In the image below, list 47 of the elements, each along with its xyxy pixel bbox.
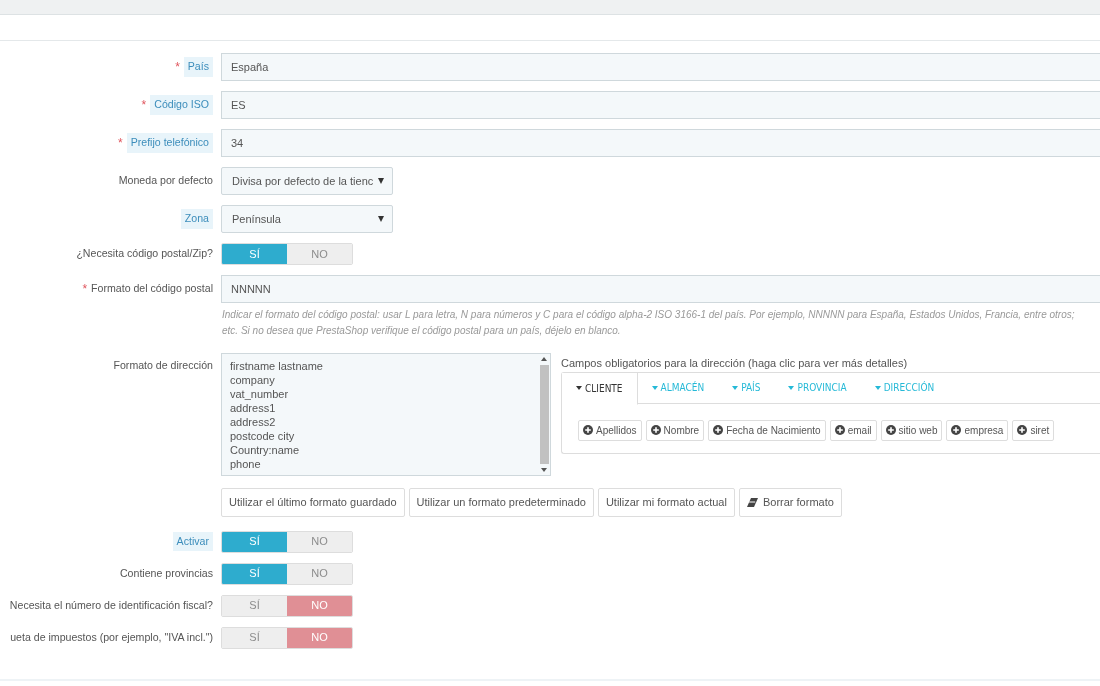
field-chip[interactable]: empresa xyxy=(946,419,1009,441)
field-label: ueta de impuestos (por ejemplo, "IVA incl.") xyxy=(10,629,213,645)
required-mark: * xyxy=(118,135,123,152)
select-field[interactable]: Divisa por defecto de la tienc xyxy=(221,167,393,195)
field-label: Prefijo telefónico xyxy=(126,133,213,153)
format-button[interactable]: Utilizar un formato predeterminado xyxy=(408,488,594,517)
field-label: Moneda por defecto xyxy=(118,173,213,189)
panel-title: Campos obligatorios para la dirección (haga clic para ver más detalles) xyxy=(561,356,909,371)
plus-circle-icon xyxy=(885,425,896,435)
field-chip[interactable]: Apellidos xyxy=(578,419,642,441)
field-label: ¿Necesita código postal/Zip? xyxy=(76,246,213,262)
field-chip[interactable]: email xyxy=(829,419,877,441)
field-chip[interactable]: sitio web xyxy=(880,419,943,441)
tab[interactable]: CLIENTE xyxy=(562,372,638,405)
field-label: Código ISO xyxy=(150,95,213,115)
field-chip[interactable]: Nombre xyxy=(645,419,705,441)
caret-icon xyxy=(378,178,384,184)
required-mark: * xyxy=(141,97,147,114)
help-text: Indicar el formato del código postal: usar L para letra, N para números y C para el código alpha-2 ISO 3166-1 del país. Por ejemplo, NNNNN para España, Estados Unidos, Francia, entre otros; etc. Si no desea que PrestaShop verifique el código postal para un país, déjelo en blanco. xyxy=(222,308,1076,338)
required-mark: * xyxy=(175,59,180,76)
caret-icon xyxy=(378,216,384,222)
plus-circle-icon xyxy=(834,425,845,435)
input-field[interactable]: NNNNN xyxy=(221,275,1100,303)
input-field[interactable]: España xyxy=(221,53,1100,81)
field-label: Formato del código postal xyxy=(91,281,213,297)
field-label: Formato de dirección xyxy=(113,358,213,373)
field-label: Activar xyxy=(172,531,213,552)
plus-circle-icon xyxy=(1017,425,1028,435)
field-label: Zona xyxy=(180,209,213,229)
eraser-icon xyxy=(746,497,758,507)
field-label: País xyxy=(183,57,213,77)
field-chip[interactable]: siret xyxy=(1012,419,1055,441)
format-button[interactable]: Utilizar mi formato actual xyxy=(597,488,735,517)
field-chip[interactable]: Fecha de Nacimiento xyxy=(708,419,826,441)
required-mark: * xyxy=(82,281,88,298)
plus-circle-icon xyxy=(951,425,962,435)
input-field[interactable]: ES xyxy=(221,91,1100,119)
plus-circle-icon xyxy=(650,425,661,435)
select-field[interactable]: Península xyxy=(221,205,393,233)
address-format-field[interactable]: firstname lastname company vat_number address1 address2 postcode city Country:name phone xyxy=(221,353,551,476)
field-label: Necesita el número de identificación fiscal? xyxy=(9,597,213,613)
plus-circle-icon xyxy=(713,425,724,435)
plus-circle-icon xyxy=(583,425,593,435)
input-field[interactable]: 34 xyxy=(221,129,1100,157)
format-button[interactable]: Utilizar el último formato guardado xyxy=(221,488,405,517)
field-label: Contiene provincias xyxy=(119,565,213,581)
format-button[interactable]: Borrar formato xyxy=(738,488,842,517)
